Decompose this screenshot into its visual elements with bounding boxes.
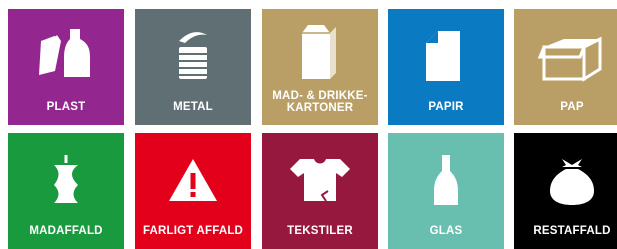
tile-madaffald[interactable]: MADAFFALD (8, 133, 124, 249)
tile-metal[interactable]: METAL (135, 9, 251, 125)
tile-farligt-affald[interactable]: FARLIGT AFFALD (135, 133, 251, 249)
tile-pap[interactable]: PAP (514, 9, 617, 125)
tile-label-line-1: MAD- & DRIKKE- (272, 90, 368, 102)
tile-label: RESTAFFALD (533, 225, 611, 237)
tile-label: METAL (173, 101, 213, 113)
tile-glas[interactable]: GLAS (388, 133, 504, 249)
tile-label: FARLIGT AFFALD (142, 225, 244, 237)
tile-mad-drikkekartoner[interactable]: MAD- & DRIKKE- KARTONER (262, 9, 378, 125)
tile-label: TEKSTILER (287, 225, 353, 237)
tile-label: MAD- & DRIKKE- KARTONER (262, 90, 378, 114)
tile-plast[interactable]: PLAST (8, 9, 124, 125)
tile-papir[interactable]: PAPIR (388, 9, 504, 125)
tile-restaffald[interactable]: RESTAFFALD (514, 133, 617, 249)
tile-label: PAP (560, 101, 584, 113)
tile-label: MADAFFALD (29, 225, 103, 237)
tile-label-line-2: KARTONER (286, 102, 354, 114)
tile-label: PAPIR (428, 101, 464, 113)
tile-tekstiler[interactable]: TEKSTILER (262, 133, 378, 249)
tile-label: GLAS (429, 225, 463, 237)
tile-label: PLAST (46, 101, 86, 113)
